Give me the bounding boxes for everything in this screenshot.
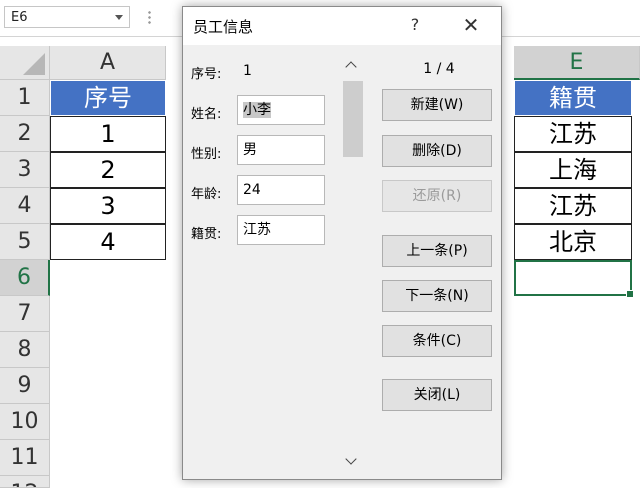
row-header-2[interactable]: 2 — [0, 116, 50, 152]
chevron-down-icon[interactable] — [115, 15, 123, 20]
name-field[interactable]: 小李 — [237, 95, 325, 125]
new-button[interactable]: 新建(W) — [382, 89, 492, 121]
column-header-a[interactable]: A — [50, 46, 166, 80]
active-cell-e6[interactable] — [514, 260, 634, 298]
restore-button[interactable]: 还原(R) — [382, 180, 492, 212]
row-header-9[interactable]: 9 — [0, 368, 50, 404]
row-header-11[interactable]: 11 — [0, 440, 50, 476]
gender-label: 性别: — [191, 147, 222, 162]
cell-a4[interactable]: 3 — [50, 188, 166, 224]
row-header-1[interactable]: 1 — [0, 80, 50, 116]
scrollbar-thumb[interactable] — [343, 81, 363, 157]
row-header-12[interactable]: 12 — [0, 476, 50, 488]
column-header-e[interactable]: E — [514, 46, 640, 80]
record-scrollbar[interactable] — [343, 59, 363, 469]
delete-button[interactable]: 删除(D) — [382, 135, 492, 167]
chevron-up-icon[interactable] — [345, 61, 357, 73]
row-header-3[interactable]: 3 — [0, 152, 50, 188]
next-record-button[interactable]: 下一条(N) — [382, 280, 492, 312]
select-all-corner[interactable] — [0, 46, 50, 80]
cell-a1[interactable]: 序号 — [50, 80, 166, 116]
cell-e5[interactable]: 北京 — [514, 224, 632, 260]
name-box[interactable]: E6 — [4, 6, 130, 28]
cell-e1[interactable]: 籍贯 — [514, 80, 632, 116]
age-label: 年龄: — [191, 187, 222, 202]
chevron-down-icon[interactable] — [345, 453, 357, 465]
row-header-8[interactable]: 8 — [0, 332, 50, 368]
cell-e4[interactable]: 江苏 — [514, 188, 632, 224]
criteria-button[interactable]: 条件(C) — [382, 325, 492, 357]
cell-a3[interactable]: 2 — [50, 152, 166, 188]
close-button[interactable]: 关闭(L) — [382, 379, 492, 411]
drag-handle-icon[interactable] — [148, 10, 151, 24]
id-label: 序号: — [191, 67, 222, 82]
help-button[interactable]: ? — [405, 15, 425, 34]
name-box-value: E6 — [11, 10, 28, 25]
record-counter: 1 / 4 — [423, 61, 455, 77]
row-header-4[interactable]: 4 — [0, 188, 50, 224]
row-header-10[interactable]: 10 — [0, 404, 50, 440]
row-header-6[interactable]: 6 — [0, 260, 50, 296]
gender-field[interactable]: 男 — [237, 135, 325, 165]
name-field-value: 小李 — [243, 102, 271, 118]
row-header-5[interactable]: 5 — [0, 224, 50, 260]
prev-record-button[interactable]: 上一条(P) — [382, 235, 492, 267]
cell-e3[interactable]: 上海 — [514, 152, 632, 188]
origin-field[interactable]: 江苏 — [237, 215, 325, 245]
dialog-titlebar[interactable]: 员工信息 ? ✕ — [183, 7, 501, 45]
age-field[interactable]: 24 — [237, 175, 325, 205]
id-value: 1 — [243, 63, 252, 79]
close-icon[interactable]: ✕ — [459, 13, 483, 37]
cell-a5[interactable]: 4 — [50, 224, 166, 260]
data-form-dialog: 员工信息 ? ✕ 序号: 1 姓名: 小李 性别: 男 年龄: 24 籍贯: 江… — [182, 6, 502, 480]
row-header-7[interactable]: 7 — [0, 296, 50, 332]
name-label: 姓名: — [191, 107, 222, 122]
cell-a2[interactable]: 1 — [50, 116, 166, 152]
origin-label: 籍贯: — [191, 227, 222, 242]
cell-e2[interactable]: 江苏 — [514, 116, 632, 152]
dialog-title: 员工信息 — [193, 18, 254, 36]
